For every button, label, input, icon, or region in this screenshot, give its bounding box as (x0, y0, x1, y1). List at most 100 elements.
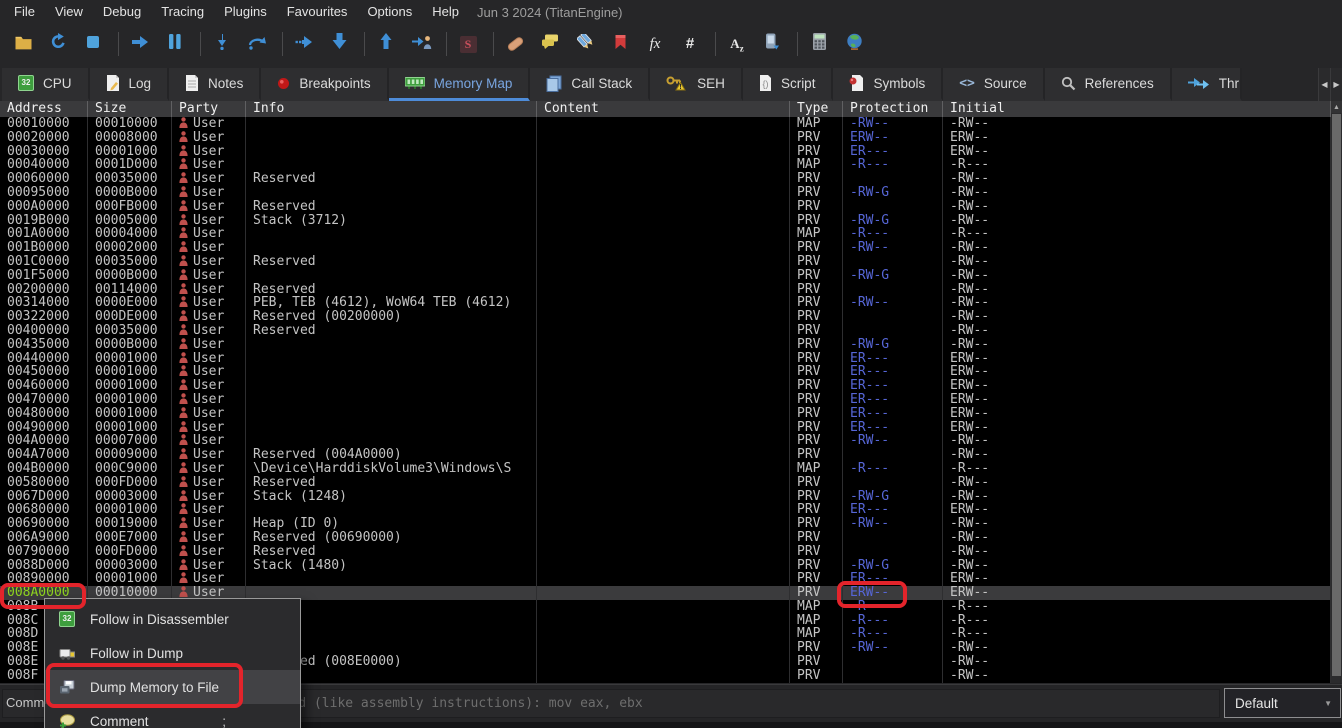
column-header-protection[interactable]: Protection (843, 101, 943, 117)
memory-row[interactable]: 000A0000000FB000UserReservedPRV-RW-- (0, 200, 1331, 214)
memory-row[interactable]: 001A000000004000UserMAP-R----R--- (0, 227, 1331, 241)
step-over-button[interactable] (244, 31, 270, 57)
labels-button[interactable] (572, 31, 598, 57)
column-header-info[interactable]: Info (246, 101, 537, 117)
cell-initial: ERW-- (943, 365, 1331, 379)
memory-row[interactable]: 0006000000035000UserReservedPRV-RW-- (0, 172, 1331, 186)
context-item-comment[interactable]: Comment; (45, 704, 300, 728)
menu-plugins[interactable]: Plugins (214, 0, 277, 24)
stop-button[interactable] (80, 31, 106, 57)
tab-source[interactable]: <>Source (943, 68, 1044, 101)
memory-row[interactable]: 0046000000001000UserPRVER---ERW-- (0, 379, 1331, 393)
bookmarks-button[interactable] (607, 31, 633, 57)
memory-row[interactable]: 0020000000114000UserReservedPRV-RW-- (0, 283, 1331, 297)
tab-memory-map[interactable]: Memory Map (389, 68, 531, 101)
cell-party: User (172, 241, 246, 255)
scrollbar-thumb[interactable] (1332, 114, 1341, 676)
tab-cpu[interactable]: 32CPU (2, 68, 90, 101)
memory-row[interactable]: 0003000000001000UserPRVER---ERW-- (0, 145, 1331, 159)
memory-row[interactable]: 0001000000010000UserMAP-RW---RW-- (0, 117, 1331, 131)
memory-row[interactable]: 0045000000001000UserPRVER---ERW-- (0, 365, 1331, 379)
context-item-dump-memory-to-file[interactable]: Dump Memory to File (45, 670, 300, 704)
tab-seh[interactable]: !SEH (650, 68, 743, 101)
patches-button[interactable] (502, 31, 528, 57)
tab-references[interactable]: References (1045, 68, 1172, 101)
run-to-user-code-button[interactable] (408, 31, 434, 57)
chevron-right-icon[interactable]: ▶ (1330, 68, 1342, 101)
pause-button[interactable] (162, 31, 188, 57)
strings-button[interactable]: Az (724, 31, 750, 57)
chevron-left-icon[interactable]: ◀ (1318, 68, 1330, 101)
scroll-up-arrow-icon[interactable]: ▲ (1331, 101, 1342, 113)
restart-button[interactable] (45, 31, 71, 57)
column-header-initial[interactable]: Initial (943, 101, 1331, 117)
functions-button[interactable]: fx (642, 31, 668, 57)
context-item-follow-in-dump[interactable]: Follow in Dump (45, 636, 300, 670)
calculator-button[interactable] (806, 31, 832, 57)
memory-row[interactable]: 0068000000001000UserPRVER---ERW-- (0, 503, 1331, 517)
cell-type: PRV (790, 379, 843, 393)
menu-favourites[interactable]: Favourites (277, 0, 358, 24)
open-file-button[interactable] (10, 31, 36, 57)
memory-row[interactable]: 0019B00000005000UserStack (3712)PRV-RW-G… (0, 214, 1331, 228)
memory-row[interactable]: 000950000000B000UserPRV-RW-G-RW-- (0, 186, 1331, 200)
tab-call-stack[interactable]: Call Stack (530, 68, 650, 101)
menu-tracing[interactable]: Tracing (151, 0, 214, 24)
cell-initial: -RW-- (943, 283, 1331, 297)
memory-row[interactable]: 00790000000FD000UserReservedPRV-RW-- (0, 545, 1331, 559)
tab-breakpoints[interactable]: Breakpoints (261, 68, 388, 101)
cell-size: 000C9000 (88, 462, 172, 476)
memory-row[interactable]: 00580000000FD000UserReservedPRV-RW-- (0, 476, 1331, 490)
tab-log[interactable]: Log (90, 68, 170, 101)
tab-symbols[interactable]: Symbols (833, 68, 943, 101)
memory-row[interactable]: 0044000000001000UserPRVER---ERW-- (0, 352, 1331, 366)
tab-notes[interactable]: Notes (169, 68, 261, 101)
column-header-content[interactable]: Content (537, 101, 790, 117)
tab-label: Script (781, 76, 816, 91)
menu-help[interactable]: Help (422, 0, 469, 24)
step-down-button[interactable] (326, 31, 352, 57)
attach-button[interactable] (759, 31, 785, 57)
memory-row[interactable]: 004A700000009000UserReserved (004A0000)P… (0, 448, 1331, 462)
tab-thr[interactable]: Thr (1172, 68, 1242, 101)
memory-row[interactable]: 006A9000000E7000UserReserved (00690000)P… (0, 531, 1331, 545)
memory-row[interactable]: 0002000000008000UserPRVERW--ERW-- (0, 131, 1331, 145)
column-header-size[interactable]: Size (88, 101, 172, 117)
memory-row[interactable]: 001B000000002000UserPRV-RW---RW-- (0, 241, 1331, 255)
internet-button[interactable] (841, 31, 867, 57)
execute-till-return-button[interactable] (373, 31, 399, 57)
memory-row[interactable]: 0048000000001000UserPRVER---ERW-- (0, 407, 1331, 421)
menu-view[interactable]: View (45, 0, 93, 24)
run-to-cursor-button[interactable] (291, 31, 317, 57)
menu-file[interactable]: File (4, 0, 45, 24)
memory-row[interactable]: 001F50000000B000UserPRV-RW-G-RW-- (0, 269, 1331, 283)
memory-row[interactable]: 004B0000000C9000User\Device\HarddiskVolu… (0, 462, 1331, 476)
step-into-button[interactable] (209, 31, 235, 57)
profile-dropdown[interactable]: Default ▼ (1224, 688, 1341, 718)
menu-debug[interactable]: Debug (93, 0, 151, 24)
memory-row[interactable]: 0069000000019000UserHeap (ID 0)PRV-RW---… (0, 517, 1331, 531)
context-item-follow-in-disassembler[interactable]: 32Follow in Disassembler (45, 602, 300, 636)
memory-row[interactable]: 0049000000001000UserPRVER---ERW-- (0, 421, 1331, 435)
run-button[interactable] (127, 31, 153, 57)
memory-row[interactable]: 000400000001D000UserMAP-R----R--- (0, 158, 1331, 172)
column-header-party[interactable]: Party (172, 101, 246, 117)
memory-row[interactable]: 003140000000E000UserPEB, TEB (4612), WoW… (0, 296, 1331, 310)
memory-row[interactable]: 0047000000001000UserPRVER---ERW-- (0, 393, 1331, 407)
menu-options[interactable]: Options (357, 0, 422, 24)
vertical-scrollbar[interactable]: ▲ (1331, 101, 1342, 683)
tab-script[interactable]: {)Script (743, 68, 834, 101)
memory-row[interactable]: 001C000000035000UserReservedPRV-RW-- (0, 255, 1331, 269)
comments-button[interactable] (537, 31, 563, 57)
memory-row[interactable]: 0088D00000003000UserStack (1480)PRV-RW-G… (0, 559, 1331, 573)
column-header-type[interactable]: Type (790, 101, 843, 117)
memory-row[interactable]: 004A000000007000UserPRV-RW---RW-- (0, 434, 1331, 448)
column-header-address[interactable]: Address (0, 101, 88, 117)
memory-row[interactable]: 004350000000B000UserPRV-RW-G-RW-- (0, 338, 1331, 352)
memory-row[interactable]: 0067D00000003000UserStack (1248)PRV-RW-G… (0, 490, 1331, 504)
memory-row[interactable]: 00322000000DE000UserReserved (00200000)P… (0, 310, 1331, 324)
memory-row[interactable]: 0089000000001000UserPRVER---ERW-- (0, 572, 1331, 586)
memory-row[interactable]: 0040000000035000UserReservedPRV-RW-- (0, 324, 1331, 338)
source-mode-button[interactable]: S (455, 31, 481, 57)
hash-button[interactable]: # (677, 31, 703, 57)
